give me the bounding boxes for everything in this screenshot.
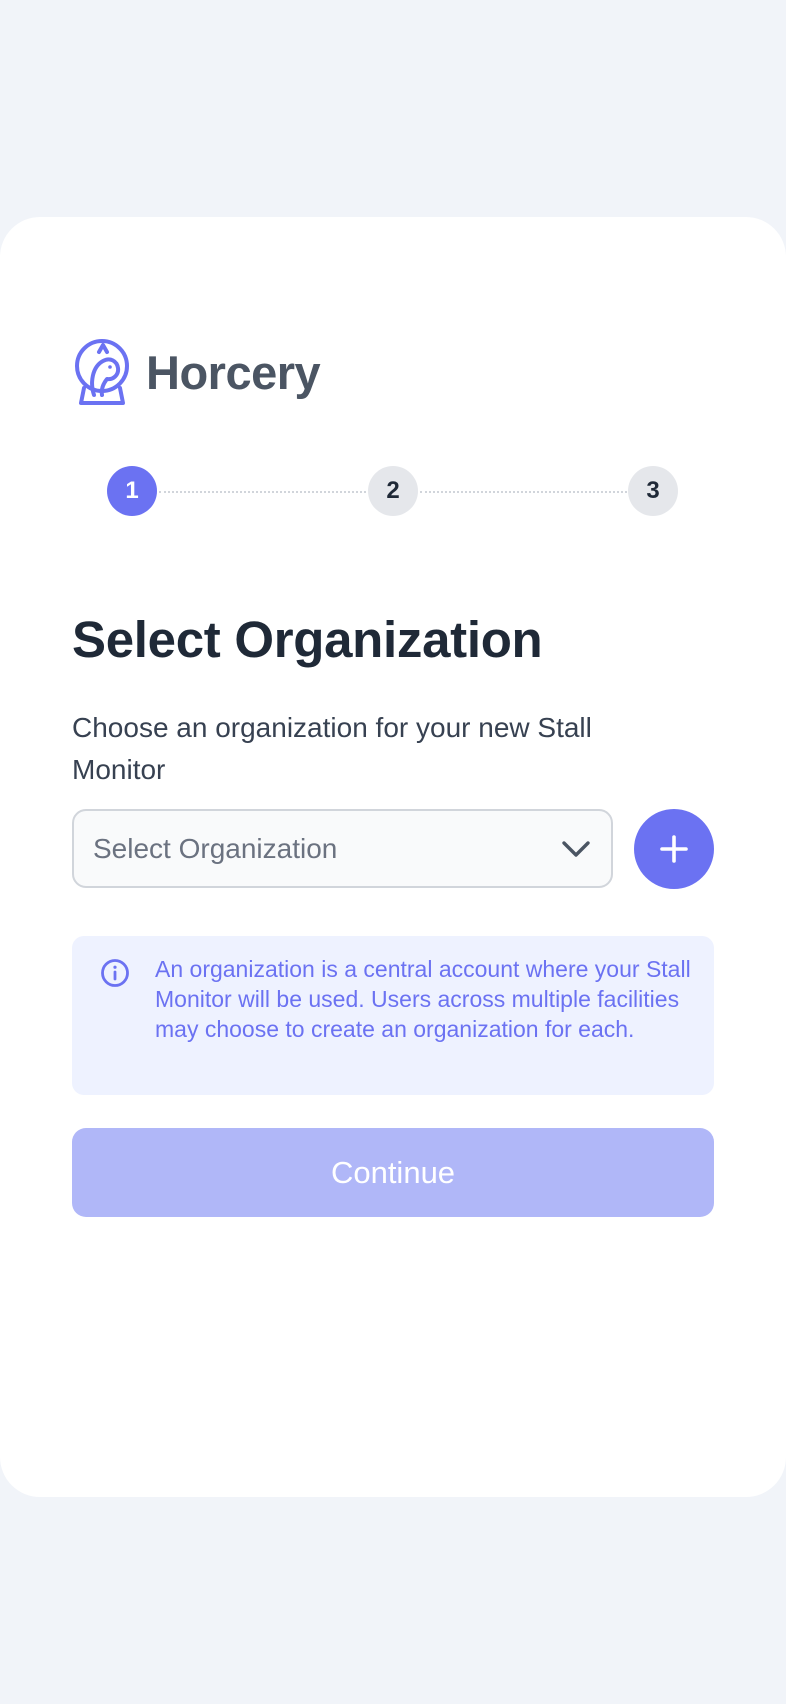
chevron-down-icon bbox=[562, 841, 590, 857]
brand-name: Horcery bbox=[146, 345, 321, 399]
info-circle-icon bbox=[101, 959, 129, 987]
continue-button[interactable]: Continue bbox=[72, 1128, 714, 1217]
brand: Horcery bbox=[72, 337, 321, 407]
page-title: Select Organization bbox=[72, 611, 543, 668]
stepper: 1 2 3 bbox=[107, 466, 679, 518]
step-1[interactable]: 1 bbox=[107, 466, 157, 516]
step-3[interactable]: 3 bbox=[628, 466, 678, 516]
info-notice: An organization is a central account whe… bbox=[72, 936, 714, 1095]
add-organization-button[interactable] bbox=[634, 809, 714, 889]
organization-select-value: Select Organization bbox=[93, 832, 338, 864]
stepper-connector bbox=[159, 491, 366, 493]
step-2[interactable]: 2 bbox=[368, 466, 418, 516]
organization-select[interactable]: Select Organization bbox=[72, 809, 613, 888]
horse-head-logo-icon bbox=[75, 339, 129, 405]
plus-icon bbox=[660, 835, 688, 863]
setup-card: Horcery 1 2 3 Select Organization Choose… bbox=[0, 217, 786, 1497]
page-subtitle: Choose an organization for your new Stal… bbox=[72, 712, 592, 785]
info-text: An organization is a central account whe… bbox=[155, 956, 691, 1042]
stepper-connector bbox=[420, 491, 627, 493]
